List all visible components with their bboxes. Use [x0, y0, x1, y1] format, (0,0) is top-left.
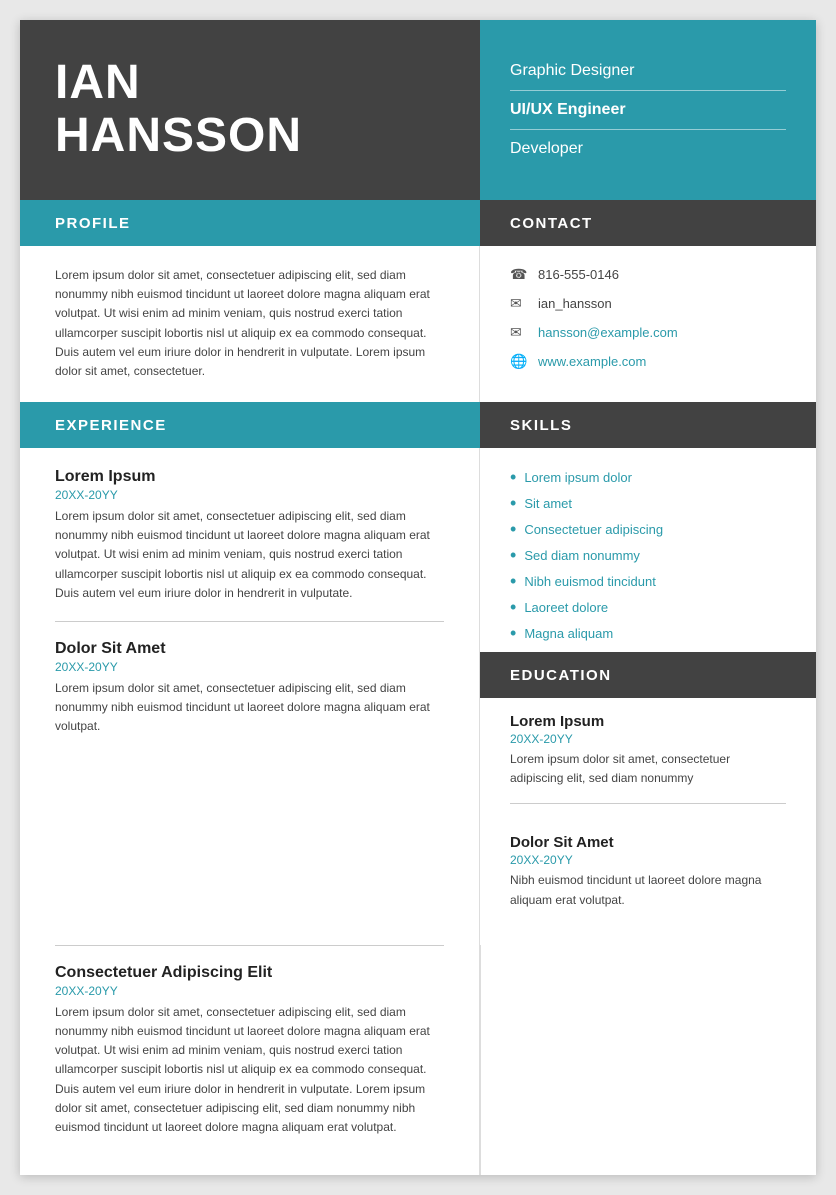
bottom-row: Consectetuer Adipiscing Elit 20XX-20YY L…	[20, 945, 816, 1175]
resume-document: IAN HANSSON Graphic Designer UI/UX Engin…	[20, 20, 816, 1175]
experience-content: Lorem Ipsum 20XX-20YY Lorem ipsum dolor …	[20, 448, 480, 945]
skill-item-7: Magna aliquam	[510, 624, 786, 642]
username-text: ian_hansson	[538, 296, 612, 311]
title-divider-1	[510, 90, 786, 91]
skill-item-2: Sit amet	[510, 494, 786, 512]
education-header: EDUCATION	[480, 652, 816, 698]
experience-item-1: Lorem Ipsum 20XX-20YY Lorem ipsum dolor …	[55, 468, 444, 622]
exp-title-2: Dolor Sit Amet	[55, 640, 444, 658]
header-section: IAN HANSSON Graphic Designer UI/UX Engin…	[20, 20, 816, 200]
skill-item-5: Nibh euismod tincidunt	[510, 572, 786, 590]
globe-icon: 🌐	[510, 353, 528, 370]
skill-item-4: Sed diam nonummy	[510, 546, 786, 564]
experience-item-2: Dolor Sit Amet 20XX-20YY Lorem ipsum dol…	[55, 640, 444, 737]
exp-date-1: 20XX-20YY	[55, 488, 444, 502]
title-divider-2	[510, 129, 786, 130]
contact-website: 🌐 www.example.com	[510, 353, 786, 370]
title-3: Developer	[510, 140, 786, 158]
experience-header: EXPERIENCE	[20, 402, 480, 448]
profile-contact-content: Lorem ipsum dolor sit amet, consectetuer…	[20, 246, 816, 402]
full-name: IAN HANSSON	[55, 57, 302, 163]
skills-header: SKILLS	[480, 402, 816, 448]
phone-number: 816-555-0146	[538, 267, 619, 282]
education-item-2: Dolor Sit Amet 20XX-20YY Nibh euismod ti…	[510, 819, 786, 909]
experience-section-title: EXPERIENCE	[55, 417, 167, 434]
skills-list: Lorem ipsum dolor Sit amet Consectetuer …	[510, 468, 786, 642]
edu-date-2: 20XX-20YY	[510, 853, 786, 867]
exp-date-3: 20XX-20YY	[55, 984, 444, 998]
exp-desc-1: Lorem ipsum dolor sit amet, consectetuer…	[55, 507, 444, 603]
exp-title-1: Lorem Ipsum	[55, 468, 444, 486]
title-2: UI/UX Engineer	[510, 101, 786, 119]
profile-header: PROFILE	[20, 200, 480, 246]
experience-skills-headers: EXPERIENCE SKILLS	[20, 402, 816, 448]
email-address[interactable]: hansson@example.com	[538, 325, 678, 340]
skills-content: Lorem ipsum dolor Sit amet Consectetuer …	[480, 448, 816, 945]
last-name: HANSSON	[55, 109, 302, 162]
edu-date-1: 20XX-20YY	[510, 732, 786, 746]
first-name: IAN	[55, 56, 141, 109]
website-url[interactable]: www.example.com	[538, 354, 646, 369]
edu-title-1: Lorem Ipsum	[510, 713, 786, 730]
contact-phone: ☎ 816-555-0146	[510, 266, 786, 283]
skill-item-1: Lorem ipsum dolor	[510, 468, 786, 486]
profile-section-title: PROFILE	[55, 215, 131, 232]
profile-content: Lorem ipsum dolor sit amet, consectetuer…	[20, 246, 480, 402]
skill-item-6: Laoreet dolore	[510, 598, 786, 616]
profile-contact-headers: PROFILE CONTACT	[20, 200, 816, 246]
edu-desc-1: Lorem ipsum dolor sit amet, consectetuer…	[510, 750, 786, 788]
exp-title-3: Consectetuer Adipiscing Elit	[55, 964, 444, 982]
email-icon: ✉	[510, 324, 528, 341]
chat-icon: ✉	[510, 295, 528, 312]
profile-text: Lorem ipsum dolor sit amet, consectetuer…	[55, 266, 444, 381]
exp-desc-2: Lorem ipsum dolor sit amet, consectetuer…	[55, 679, 444, 737]
contact-content: ☎ 816-555-0146 ✉ ian_hansson ✉ hansson@e…	[480, 246, 816, 402]
bottom-right-spacer	[480, 945, 816, 1175]
education-item-1: Lorem Ipsum 20XX-20YY Lorem ipsum dolor …	[510, 698, 786, 804]
education-section-title: EDUCATION	[510, 667, 612, 684]
exp-date-2: 20XX-20YY	[55, 660, 444, 674]
edu-title-2: Dolor Sit Amet	[510, 834, 786, 851]
skill-item-3: Consectetuer adipiscing	[510, 520, 786, 538]
contact-section-title: CONTACT	[510, 215, 593, 232]
experience-item-3-area: Consectetuer Adipiscing Elit 20XX-20YY L…	[20, 945, 480, 1175]
experience-item-3: Consectetuer Adipiscing Elit 20XX-20YY L…	[55, 945, 444, 1137]
contact-header: CONTACT	[480, 200, 816, 246]
phone-icon: ☎	[510, 266, 528, 283]
contact-username: ✉ ian_hansson	[510, 295, 786, 312]
experience-skills-content: Lorem Ipsum 20XX-20YY Lorem ipsum dolor …	[20, 448, 816, 945]
title-1: Graphic Designer	[510, 62, 786, 80]
edu-desc-2: Nibh euismod tincidunt ut laoreet dolore…	[510, 871, 786, 909]
skills-section-title: SKILLS	[510, 417, 572, 434]
header-titles-area: Graphic Designer UI/UX Engineer Develope…	[480, 20, 816, 200]
education-content: Lorem Ipsum 20XX-20YY Lorem ipsum dolor …	[510, 698, 786, 910]
contact-email: ✉ hansson@example.com	[510, 324, 786, 341]
exp-desc-3: Lorem ipsum dolor sit amet, consectetuer…	[55, 1003, 444, 1137]
header-name-area: IAN HANSSON	[20, 20, 480, 200]
